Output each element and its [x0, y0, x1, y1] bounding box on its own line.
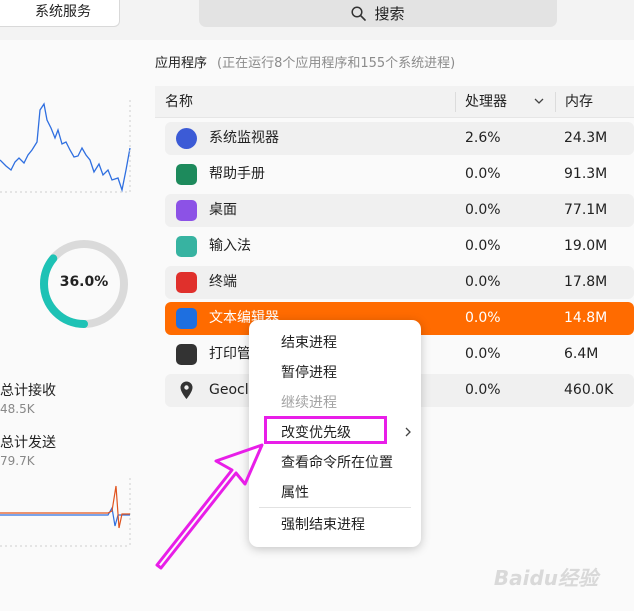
net-send-value: 79.7K — [0, 454, 35, 468]
process-cpu: 0.0% — [465, 382, 501, 398]
process-memory: 17.8M — [564, 274, 608, 290]
help-manual-icon — [176, 164, 197, 185]
table-header: 名称 处理器 内存 — [155, 86, 634, 118]
input-method-icon — [176, 236, 197, 257]
location-pin-icon — [180, 381, 193, 399]
process-name: 终端 — [209, 274, 237, 290]
process-name: 桌面 — [209, 202, 237, 218]
menu-item-resume-process: 继续进程 — [281, 395, 337, 411]
network-history-graph — [0, 478, 131, 547]
process-cpu: 0.0% — [465, 202, 501, 218]
process-cpu: 0.0% — [465, 274, 501, 290]
column-header-memory[interactable]: 内存 — [565, 86, 593, 118]
menu-separator — [259, 507, 411, 508]
process-memory: 24.3M — [564, 130, 608, 146]
process-cpu: 0.0% — [465, 346, 501, 362]
process-memory: 19.0M — [564, 238, 608, 254]
menu-item-open-command-location[interactable]: 查看命令所在位置 — [281, 452, 393, 472]
column-header-name[interactable]: 名称 — [165, 86, 193, 118]
menu-item-force-kill[interactable]: 强制结束进程 — [281, 514, 365, 534]
chevron-right-icon — [405, 427, 411, 437]
process-memory: 6.4M — [564, 346, 599, 362]
column-header-cpu[interactable]: 处理器 — [465, 86, 507, 118]
cpu-usage-value: 36.0% — [59, 274, 109, 290]
table-row[interactable]: 终端 0.0% 17.8M — [165, 266, 634, 299]
summary-title: 应用程序 — [155, 56, 208, 71]
menu-item-pause-process[interactable]: 暂停进程 — [281, 362, 337, 382]
search-bar[interactable]: 搜索 — [199, 0, 557, 27]
process-memory: 14.8M — [564, 310, 608, 326]
process-cpu: 2.6% — [465, 130, 501, 146]
net-recv-value: 48.5K — [0, 402, 35, 416]
table-row[interactable]: 系统监视器 2.6% 24.3M — [165, 122, 634, 155]
process-name: 输入法 — [209, 238, 251, 254]
column-divider[interactable] — [555, 92, 556, 112]
summary-subtitle: (正在运行8个应用程序和155个系统进程) — [217, 56, 456, 71]
watermark: Baidu经验 — [493, 566, 598, 590]
cpu-history-graph — [0, 100, 131, 193]
printer-icon — [176, 344, 197, 365]
table-row[interactable]: 输入法 0.0% 19.0M — [165, 230, 634, 263]
desktop-icon — [176, 200, 197, 221]
search-icon — [351, 6, 367, 21]
text-editor-icon — [176, 308, 197, 329]
annotation-highlight-box — [264, 416, 387, 444]
process-memory: 77.1M — [564, 202, 608, 218]
terminal-icon — [176, 272, 197, 293]
process-memory: 460.0K — [564, 382, 614, 398]
system-monitor-icon — [176, 128, 197, 149]
net-send-label: 总计发送 — [0, 435, 56, 451]
process-cpu: 0.0% — [465, 238, 501, 254]
tab-system-services[interactable]: 系统服务 — [0, 0, 120, 27]
process-summary: 应用程序 (正在运行8个应用程序和155个系统进程) — [155, 52, 455, 71]
process-name: 打印管 — [209, 346, 251, 362]
process-name: 系统监视器 — [209, 130, 279, 146]
process-name: 帮助手册 — [209, 166, 265, 182]
process-cpu: 0.0% — [465, 310, 501, 326]
search-label: 搜索 — [374, 5, 405, 23]
chevron-down-icon[interactable] — [534, 98, 544, 105]
process-memory: 91.3M — [564, 166, 608, 182]
top-bar: 系统服务 搜索 — [0, 0, 634, 40]
net-recv-label: 总计接收 — [0, 383, 56, 399]
table-row[interactable]: 桌面 0.0% 77.1M — [165, 194, 634, 227]
process-cpu: 0.0% — [465, 166, 501, 182]
menu-item-properties[interactable]: 属性 — [281, 482, 309, 502]
table-row[interactable]: 帮助手册 0.0% 91.3M — [165, 158, 634, 191]
column-divider[interactable] — [455, 92, 456, 112]
menu-item-end-process[interactable]: 结束进程 — [281, 332, 337, 352]
